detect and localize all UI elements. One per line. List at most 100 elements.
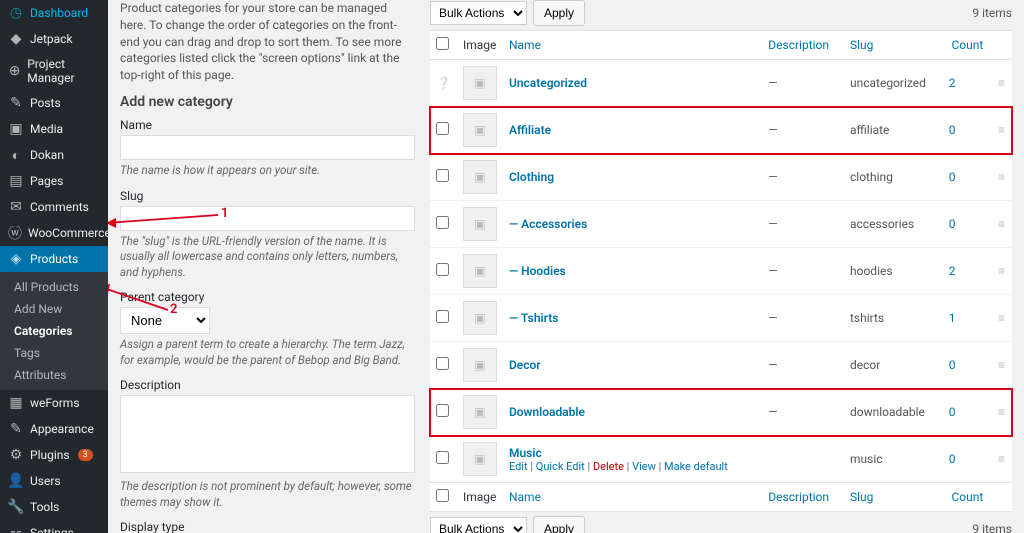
category-link[interactable]: — Tshirts (509, 311, 559, 325)
submenu-categories[interactable]: Categories (0, 320, 108, 342)
action-quick-edit[interactable]: Quick Edit (536, 460, 585, 473)
bulk-actions-select-bottom[interactable]: Bulk Actions (430, 517, 527, 533)
row-checkbox[interactable] (436, 169, 449, 182)
drag-handle[interactable]: ≡ (992, 295, 1012, 342)
name-input[interactable] (120, 135, 415, 160)
select-all-bottom[interactable] (436, 489, 449, 502)
settings-icon: ⚏ (8, 525, 24, 533)
drag-handle[interactable]: ≡ (992, 436, 1012, 483)
table-row: ▣Affiliate—affiliate0≡ (430, 107, 1012, 154)
menu-woocommerce[interactable]: ⓦWooCommerce (0, 220, 108, 246)
menu-pages[interactable]: ▤Pages (0, 168, 108, 194)
category-link[interactable]: Downloadable (509, 405, 585, 419)
col-description[interactable]: Description (762, 31, 844, 60)
drag-handle[interactable]: ≡ (992, 248, 1012, 295)
cell-slug: decor (844, 342, 943, 389)
row-checkbox[interactable] (436, 216, 449, 229)
cell-slug: tshirts (844, 295, 943, 342)
category-link[interactable]: Uncategorized (509, 76, 587, 90)
menu-users[interactable]: 👤Users (0, 468, 108, 494)
image-placeholder: ▣ (463, 66, 497, 100)
display-type-label: Display type (120, 520, 415, 533)
category-link[interactable]: — Accessories (509, 217, 587, 231)
help-icon[interactable]: ❔ (436, 76, 451, 90)
cell-description: — (762, 60, 844, 107)
menu-plugins[interactable]: ⚙Plugins3 (0, 442, 108, 468)
slug-input[interactable] (120, 206, 415, 231)
row-actions: Edit | Quick Edit | Delete | View | Make… (509, 460, 756, 473)
menu-settings[interactable]: ⚏Settings (0, 520, 108, 533)
plugins-icon: ⚙ (8, 447, 24, 463)
select-all-top[interactable] (436, 37, 449, 50)
drag-handle[interactable]: ≡ (992, 201, 1012, 248)
menu-project-manager[interactable]: ⊕Project Manager (0, 52, 108, 90)
row-checkbox[interactable] (436, 263, 449, 276)
image-placeholder: ▣ (463, 207, 497, 241)
menu-dashboard[interactable]: ◷Dashboard (0, 0, 108, 26)
drag-handle[interactable]: ≡ (992, 154, 1012, 201)
submenu-all-products[interactable]: All Products (0, 276, 108, 298)
menu-jetpack[interactable]: ◆Jetpack (0, 26, 108, 52)
apply-button-top[interactable]: Apply (533, 0, 585, 26)
media-icon: ▣ (8, 121, 24, 137)
cell-count[interactable]: 0 (943, 154, 992, 201)
comments-icon: ✉ (8, 199, 24, 215)
submenu-add-new[interactable]: Add New (0, 298, 108, 320)
menu-media[interactable]: ▣Media (0, 116, 108, 142)
menu-products[interactable]: ◈Products (0, 246, 108, 272)
cell-description: — (762, 248, 844, 295)
menu-dokan[interactable]: ◐Dokan (0, 142, 108, 168)
menu-comments[interactable]: ✉Comments (0, 194, 108, 220)
menu-posts[interactable]: ✎Posts (0, 90, 108, 116)
category-link[interactable]: — Hoodies (509, 264, 566, 278)
row-checkbox[interactable] (436, 310, 449, 323)
cell-slug: downloadable (844, 389, 943, 436)
bulk-actions-select-top[interactable]: Bulk Actions (430, 1, 527, 25)
action-view[interactable]: View (632, 460, 656, 473)
description-input[interactable] (120, 395, 415, 473)
image-placeholder: ▣ (463, 160, 497, 194)
category-link[interactable]: Music (509, 446, 542, 460)
drag-handle[interactable]: ≡ (992, 107, 1012, 154)
action-delete[interactable]: Delete (593, 460, 624, 473)
apply-button-bottom[interactable]: Apply (533, 516, 585, 533)
image-placeholder: ▣ (463, 254, 497, 288)
cell-count[interactable]: 0 (943, 389, 992, 436)
table-row: ▣— Tshirts—tshirts1≡ (430, 295, 1012, 342)
action-edit[interactable]: Edit (509, 460, 528, 473)
submenu-attributes[interactable]: Attributes (0, 364, 108, 386)
category-link[interactable]: Decor (509, 358, 541, 372)
cell-count[interactable]: 0 (943, 342, 992, 389)
col-count[interactable]: Count (943, 31, 992, 60)
col-slug[interactable]: Slug (844, 31, 943, 60)
parent-help: Assign a parent term to create a hierarc… (120, 337, 415, 368)
row-checkbox[interactable] (436, 404, 449, 417)
cell-description: — (762, 107, 844, 154)
menu-weforms[interactable]: ▦weForms (0, 390, 108, 416)
category-link[interactable]: Affiliate (509, 123, 551, 137)
cell-count[interactable]: 0 (943, 201, 992, 248)
row-checkbox[interactable] (436, 357, 449, 370)
pin-icon: ✎ (8, 95, 24, 111)
action-make-default[interactable]: Make default (664, 460, 728, 473)
row-checkbox[interactable] (436, 451, 449, 464)
cell-count[interactable]: 2 (943, 248, 992, 295)
submenu-tags[interactable]: Tags (0, 342, 108, 364)
category-link[interactable]: Clothing (509, 170, 554, 184)
menu-appearance[interactable]: ✎Appearance (0, 416, 108, 442)
products-icon: ◈ (8, 251, 24, 267)
drag-handle[interactable]: ≡ (992, 389, 1012, 436)
drag-handle[interactable]: ≡ (992, 60, 1012, 107)
cell-count[interactable]: 2 (943, 60, 992, 107)
cell-count[interactable]: 0 (943, 107, 992, 154)
parent-select[interactable]: None (120, 307, 210, 334)
cell-count[interactable]: 1 (943, 295, 992, 342)
cell-count[interactable]: 0 (943, 436, 992, 483)
menu-tools[interactable]: 🔧Tools (0, 494, 108, 520)
row-checkbox[interactable] (436, 122, 449, 135)
image-placeholder: ▣ (463, 301, 497, 335)
cell-slug: accessories (844, 201, 943, 248)
col-name[interactable]: Name (503, 31, 762, 60)
drag-handle[interactable]: ≡ (992, 342, 1012, 389)
add-category-form: Product categories for your store can be… (120, 0, 430, 533)
